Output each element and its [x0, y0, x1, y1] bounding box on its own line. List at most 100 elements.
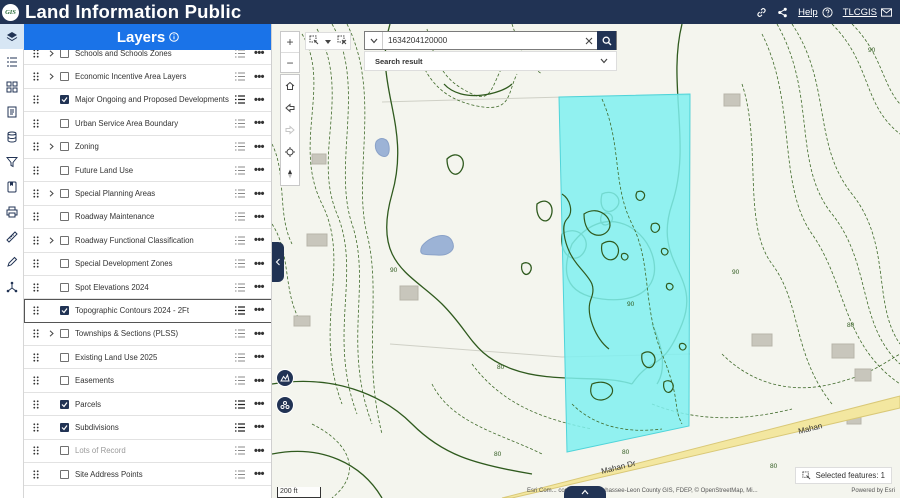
- layer-legend-button[interactable]: [234, 446, 246, 455]
- layer-item[interactable]: Subdivisions •••: [24, 416, 271, 440]
- layer-visibility-checkbox[interactable]: [60, 95, 69, 105]
- layer-item[interactable]: Economic Incentive Area Layers •••: [24, 65, 271, 89]
- bookmark-tool[interactable]: [0, 174, 24, 199]
- select-dropdown[interactable]: [325, 32, 331, 50]
- layer-visibility-checkbox[interactable]: [60, 446, 69, 456]
- layer-legend-button[interactable]: [234, 329, 246, 338]
- bottom-panel-toggle[interactable]: [564, 486, 606, 498]
- layer-visibility-checkbox[interactable]: [60, 352, 69, 362]
- more-options-icon[interactable]: •••: [252, 305, 266, 316]
- clear-selection-button[interactable]: [337, 32, 347, 50]
- more-options-icon[interactable]: •••: [252, 48, 266, 59]
- drag-handle-icon[interactable]: [28, 236, 44, 245]
- drag-handle-icon[interactable]: [28, 446, 44, 455]
- map-canvas[interactable]: Mahan Dr Mahan 90 90 90 80 80 80 80 80 9…: [272, 24, 900, 498]
- legend-icon[interactable]: [235, 166, 245, 175]
- legend-icon[interactable]: [235, 306, 245, 315]
- drag-handle-icon[interactable]: [28, 259, 44, 268]
- layer-item[interactable]: Zoning •••: [24, 136, 271, 159]
- layer-legend-button[interactable]: [234, 306, 246, 315]
- drag-handle-icon[interactable]: [28, 353, 44, 362]
- measure-tool[interactable]: [0, 224, 24, 249]
- layer-item[interactable]: Roadway Maintenance •••: [24, 206, 271, 230]
- link-icon[interactable]: [756, 7, 767, 18]
- layer-visibility-checkbox[interactable]: [60, 165, 69, 175]
- more-options-icon[interactable]: •••: [252, 118, 266, 129]
- layer-legend-button[interactable]: [234, 49, 246, 58]
- legend-icon[interactable]: [235, 470, 245, 479]
- elevation-profile-button[interactable]: [276, 369, 294, 387]
- basemap-tool[interactable]: [0, 74, 24, 99]
- more-options-icon[interactable]: •••: [252, 352, 266, 363]
- layer-legend-button[interactable]: [234, 142, 246, 151]
- map-view[interactable]: Mahan Dr Mahan 90 90 90 80 80 80 80 80 9…: [272, 24, 900, 498]
- drag-handle-icon[interactable]: [28, 212, 44, 222]
- legend-icon[interactable]: [235, 49, 245, 58]
- layer-item[interactable]: Urban Service Area Boundary •••: [24, 112, 271, 136]
- search-button[interactable]: [597, 31, 616, 50]
- layer-visibility-checkbox[interactable]: [60, 305, 69, 315]
- chevron-right-icon[interactable]: [49, 73, 54, 80]
- layers-tool[interactable]: [0, 24, 24, 49]
- layer-legend-button[interactable]: [234, 212, 246, 221]
- layer-item[interactable]: Topographic Contours 2024 - 2Ft •••: [24, 299, 271, 323]
- powered-by-esri[interactable]: Powered by Esri: [851, 488, 895, 494]
- legend-icon[interactable]: [235, 376, 245, 385]
- chevron-down-icon[interactable]: [600, 58, 608, 64]
- layer-legend-button[interactable]: [234, 353, 246, 362]
- layer-visibility-checkbox[interactable]: [60, 72, 69, 82]
- more-options-icon[interactable]: •••: [252, 399, 266, 410]
- chevron-right-icon[interactable]: [49, 50, 54, 57]
- user-link[interactable]: TLCGIS: [843, 7, 892, 18]
- layer-item[interactable]: Future Land Use •••: [24, 159, 271, 183]
- search-result-panel[interactable]: Search result: [364, 51, 617, 71]
- compass-button[interactable]: [281, 163, 299, 185]
- nearby-button[interactable]: [276, 396, 294, 414]
- chevron-right-icon[interactable]: [49, 237, 54, 244]
- layer-visibility-checkbox[interactable]: [60, 469, 69, 479]
- legend-icon[interactable]: [235, 353, 245, 362]
- share-icon[interactable]: [777, 7, 788, 18]
- select-button[interactable]: [309, 32, 319, 50]
- back-extent-button[interactable]: [281, 97, 299, 119]
- selected-features-indicator[interactable]: Selected features: 1: [794, 467, 892, 484]
- drag-handle-icon[interactable]: [28, 329, 44, 338]
- more-options-icon[interactable]: •••: [252, 258, 266, 269]
- drag-handle-icon[interactable]: [28, 189, 44, 198]
- zoom-in-button[interactable]: +: [281, 32, 299, 52]
- more-options-icon[interactable]: •••: [252, 328, 266, 339]
- drag-handle-icon[interactable]: [28, 282, 44, 292]
- legend-icon[interactable]: [235, 329, 245, 338]
- expand-toggle[interactable]: [44, 143, 58, 150]
- data-tool[interactable]: [0, 124, 24, 149]
- search-input[interactable]: [383, 32, 582, 49]
- layer-item[interactable]: Townships & Sections (PLSS) •••: [24, 323, 271, 347]
- layer-visibility-checkbox[interactable]: [60, 259, 69, 269]
- attribution-text[interactable]: Esri Com... contributors, Tallahassee-Le…: [527, 488, 758, 494]
- chevron-right-icon[interactable]: [49, 330, 54, 337]
- layer-legend-button[interactable]: [234, 259, 246, 268]
- home-button[interactable]: [281, 75, 299, 97]
- layer-item[interactable]: Spot Elevations 2024 •••: [24, 276, 271, 300]
- more-options-icon[interactable]: •••: [252, 165, 266, 176]
- layer-visibility-checkbox[interactable]: [60, 48, 69, 58]
- legend-icon[interactable]: [235, 259, 245, 268]
- layer-visibility-checkbox[interactable]: [60, 329, 69, 339]
- layer-visibility-checkbox[interactable]: [60, 118, 69, 128]
- more-options-icon[interactable]: •••: [252, 375, 266, 386]
- collapse-panel-handle[interactable]: [272, 242, 284, 282]
- zoom-out-button[interactable]: −: [281, 52, 299, 72]
- layer-legend-button[interactable]: [234, 470, 246, 479]
- layer-item[interactable]: Easements •••: [24, 369, 271, 393]
- report-tool[interactable]: [0, 99, 24, 124]
- layer-legend-button[interactable]: [234, 423, 246, 432]
- layer-legend-button[interactable]: [234, 399, 246, 409]
- layer-item[interactable]: Special Development Zones •••: [24, 253, 271, 276]
- layer-legend-button[interactable]: [234, 119, 246, 128]
- legend-icon[interactable]: [235, 72, 245, 81]
- drag-handle-icon[interactable]: [28, 72, 44, 81]
- drag-handle-icon[interactable]: [28, 49, 44, 58]
- chevron-right-icon[interactable]: [49, 190, 54, 197]
- expand-toggle[interactable]: [44, 50, 58, 57]
- legend-icon[interactable]: [235, 423, 245, 432]
